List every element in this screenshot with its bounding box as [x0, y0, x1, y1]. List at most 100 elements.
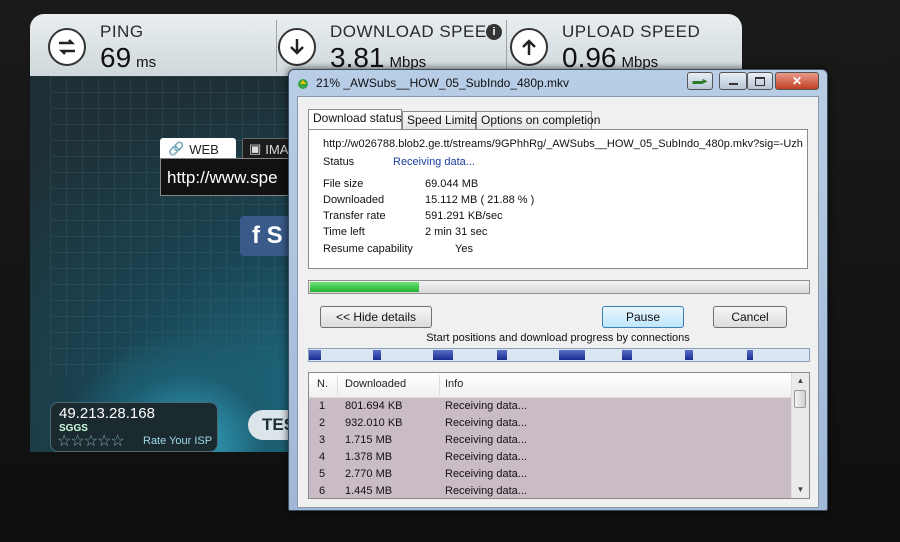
- table-row[interactable]: 3 1.715 MB Receiving data...: [309, 432, 792, 449]
- vertical-scrollbar[interactable]: ▲ ▼: [791, 373, 809, 498]
- cell-info: Receiving data...: [445, 451, 527, 463]
- download-status-panel: http://w026788.blob2.ge.tt/streams/9GPhh…: [308, 129, 808, 269]
- cell-info: Receiving data...: [445, 400, 527, 412]
- cancel-button[interactable]: Cancel: [713, 306, 787, 328]
- cell-n: 6: [319, 485, 326, 497]
- table-body: 1 801.694 KB Receiving data... 2 932.010…: [309, 398, 792, 498]
- file-size-value: 69.044 MB: [425, 178, 479, 190]
- upload-label: UPLOAD SPEED: [562, 22, 701, 41]
- column-divider[interactable]: [439, 375, 440, 395]
- arrow-right-icon: ▬▸: [692, 75, 708, 87]
- resume-capability-value: Yes: [455, 243, 473, 255]
- download-label: DOWNLOAD SPEED: [330, 22, 500, 41]
- column-divider[interactable]: [337, 375, 338, 395]
- cell-downloaded: 1.445 MB: [345, 485, 393, 497]
- close-button[interactable]: ✕: [775, 72, 819, 90]
- connection-segment: [433, 350, 453, 360]
- link-icon: 🔗: [168, 141, 185, 156]
- scroll-up-icon[interactable]: ▲: [792, 373, 809, 389]
- cell-n: 2: [319, 417, 326, 429]
- column-header-downloaded[interactable]: Downloaded: [345, 378, 406, 390]
- pause-button[interactable]: Pause: [602, 306, 684, 328]
- download-icon: [278, 28, 316, 66]
- star-icon[interactable]: ☆: [84, 433, 98, 450]
- table-header: N. Downloaded Info: [309, 373, 792, 398]
- minimize-icon: [728, 83, 738, 85]
- progress-fill: [310, 282, 419, 292]
- ip-address: 49.213.28.168: [59, 405, 155, 422]
- dialog-content: Download status Speed Limiter Options on…: [297, 96, 819, 508]
- download-url: http://w026788.blob2.ge.tt/streams/9GPhh…: [323, 138, 803, 150]
- star-icon[interactable]: ☆: [97, 433, 111, 450]
- status-label: Status: [323, 156, 355, 168]
- star-icon[interactable]: ☆: [57, 433, 71, 450]
- connection-segment: [559, 350, 585, 360]
- app-icon: [297, 77, 309, 89]
- connection-segment: [497, 350, 507, 360]
- download-dialog: 21% _AWSubs__HOW_05_SubIndo_480p.mkv ▬▸ …: [288, 69, 828, 511]
- downloaded-label: Downloaded: [323, 194, 385, 206]
- cell-downloaded: 801.694 KB: [345, 400, 403, 412]
- cell-n: 1: [319, 400, 326, 412]
- speedtest-header: PING 69 ms DOWNLOAD SPEED i 3.81 Mbps UPLO…: [30, 14, 742, 76]
- connections-progress-bar: [308, 348, 810, 362]
- maximize-icon: [755, 76, 765, 86]
- window-title: 21% _AWSubs__HOW_05_SubIndo_480p.mkv: [316, 76, 570, 90]
- download-metric: DOWNLOAD SPEED i 3.81 Mbps: [260, 14, 510, 76]
- table-row[interactable]: 5 2.770 MB Receiving data...: [309, 466, 792, 483]
- facebook-icon: f S: [252, 222, 283, 249]
- connection-segment: [747, 350, 753, 360]
- column-header-info[interactable]: Info: [445, 378, 463, 390]
- maximize-button[interactable]: [747, 72, 773, 90]
- rate-isp-label: Rate Your ISP: [143, 435, 213, 447]
- connection-segment: [373, 350, 381, 360]
- cell-n: 5: [319, 468, 326, 480]
- column-header-n[interactable]: N.: [317, 378, 328, 390]
- upload-metric: UPLOAD SPEED 0.96 Mbps: [492, 14, 742, 76]
- table-row[interactable]: 1 801.694 KB Receiving data...: [309, 398, 792, 415]
- hide-details-button[interactable]: << Hide details: [320, 306, 432, 328]
- share-tab-web[interactable]: 🔗 WEB: [160, 138, 236, 160]
- connection-segment: [685, 350, 693, 360]
- table-row[interactable]: 6 1.445 MB Receiving data...: [309, 483, 792, 498]
- tab-download-status[interactable]: Download status: [308, 109, 402, 129]
- minimize-button[interactable]: [719, 72, 747, 90]
- cell-downloaded: 932.010 KB: [345, 417, 403, 429]
- star-icon[interactable]: ☆: [70, 433, 84, 450]
- ping-metric: PING 69 ms: [30, 14, 276, 76]
- time-left-label: Time left: [323, 226, 365, 238]
- cell-downloaded: 2.770 MB: [345, 468, 393, 480]
- resume-capability-label: Resume capability: [323, 243, 413, 255]
- file-size-label: File size: [323, 178, 364, 190]
- transfer-rate-label: Transfer rate: [323, 210, 386, 222]
- send-to-tray-button[interactable]: ▬▸: [687, 72, 713, 90]
- transfer-rate-value: 591.291 KB/sec: [425, 210, 503, 222]
- scrollbar-thumb[interactable]: [794, 390, 806, 408]
- image-icon: ▣: [249, 141, 262, 156]
- close-icon: ✕: [791, 74, 803, 88]
- cell-n: 4: [319, 451, 326, 463]
- cell-downloaded: 1.378 MB: [345, 451, 393, 463]
- tab-speed-limiter[interactable]: Speed Limiter: [402, 111, 481, 129]
- cell-info: Receiving data...: [445, 485, 527, 497]
- cell-info: Receiving data...: [445, 434, 527, 446]
- cell-downloaded: 1.715 MB: [345, 434, 393, 446]
- status-value: Receiving data...: [393, 156, 475, 168]
- cell-n: 3: [319, 434, 326, 446]
- table-row[interactable]: 4 1.378 MB Receiving data...: [309, 449, 792, 466]
- downloaded-value: 15.112 MB ( 21.88 % ): [425, 194, 535, 206]
- tab-options-on-completion[interactable]: Options on completion: [476, 111, 600, 129]
- scroll-down-icon[interactable]: ▼: [792, 482, 809, 498]
- table-row[interactable]: 2 932.010 KB Receiving data...: [309, 415, 792, 432]
- star-icon[interactable]: ☆: [110, 433, 124, 450]
- upload-icon: [510, 28, 548, 66]
- cell-info: Receiving data...: [445, 468, 527, 480]
- rating-stars[interactable]: ☆☆☆☆☆: [57, 431, 125, 451]
- time-left-value: 2 min 31 sec: [425, 226, 488, 238]
- title-bar[interactable]: 21% _AWSubs__HOW_05_SubIndo_480p.mkv ▬▸ …: [289, 70, 827, 96]
- cell-info: Receiving data...: [445, 417, 527, 429]
- ping-value: 69 ms: [100, 42, 157, 73]
- connections-table: N. Downloaded Info 1 801.694 KB Receivin…: [308, 372, 810, 499]
- connection-segment: [622, 350, 632, 360]
- download-progress-bar: [308, 280, 810, 294]
